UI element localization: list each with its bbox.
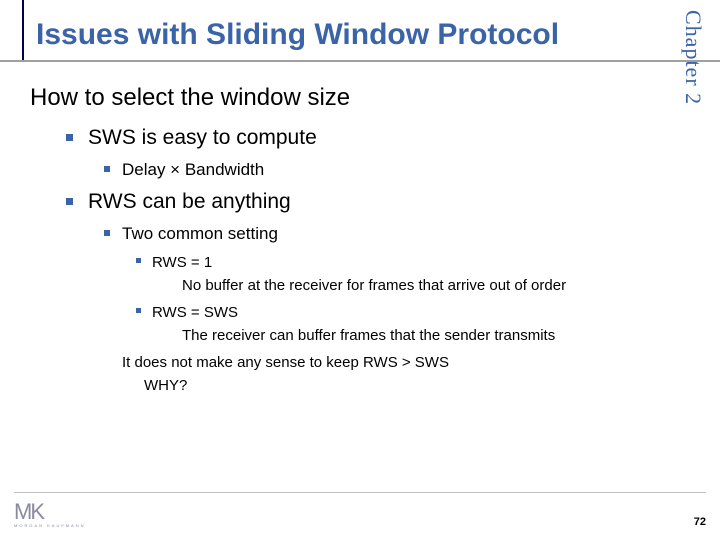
- slide-title: Issues with Sliding Window Protocol: [36, 18, 720, 52]
- bullet-text: Delay × Bandwidth: [122, 160, 264, 179]
- bullet-text: RWS = SWS: [152, 304, 238, 321]
- list-item: RWS = SWS The receiver can buffer frames…: [152, 302, 650, 346]
- title-accent-horizontal: [0, 60, 720, 62]
- publisher-logo: MK MORGAN KAUFMANN: [14, 499, 86, 528]
- bullet-desc: The receiver can buffer frames that the …: [182, 325, 650, 346]
- title-accent-vertical: [0, 0, 24, 60]
- list-item: RWS can be anything Two common setting R…: [88, 190, 650, 394]
- footer: MK MORGAN KAUFMANN 72: [14, 492, 706, 528]
- section-heading: How to select the window size: [30, 84, 650, 112]
- content-area: How to select the window size SWS is eas…: [0, 60, 720, 394]
- note-text: It does not make any sense to keep RWS >…: [122, 352, 650, 373]
- list-item: Two common setting RWS = 1 No buffer at …: [122, 224, 650, 394]
- page-number: 72: [694, 516, 706, 528]
- bullet-text: RWS = 1: [152, 254, 212, 271]
- list-item: Delay × Bandwidth: [122, 160, 650, 180]
- bullet-text: RWS can be anything: [88, 190, 291, 213]
- slide: Chapter 2 Issues with Sliding Window Pro…: [0, 0, 720, 540]
- bullet-desc: No buffer at the receiver for frames tha…: [182, 275, 650, 296]
- bullet-list: SWS is easy to compute Delay × Bandwidth…: [88, 126, 650, 394]
- why-text: WHY?: [144, 377, 650, 394]
- title-bar: Issues with Sliding Window Protocol: [0, 0, 720, 60]
- list-item: RWS = 1 No buffer at the receiver for fr…: [152, 252, 650, 296]
- logo-subtext: MORGAN KAUFMANN: [14, 523, 86, 528]
- bullet-text: Two common setting: [122, 224, 278, 243]
- logo-mark: MK: [14, 499, 43, 525]
- list-item: SWS is easy to compute Delay × Bandwidth: [88, 126, 650, 180]
- bullet-text: SWS is easy to compute: [88, 126, 317, 149]
